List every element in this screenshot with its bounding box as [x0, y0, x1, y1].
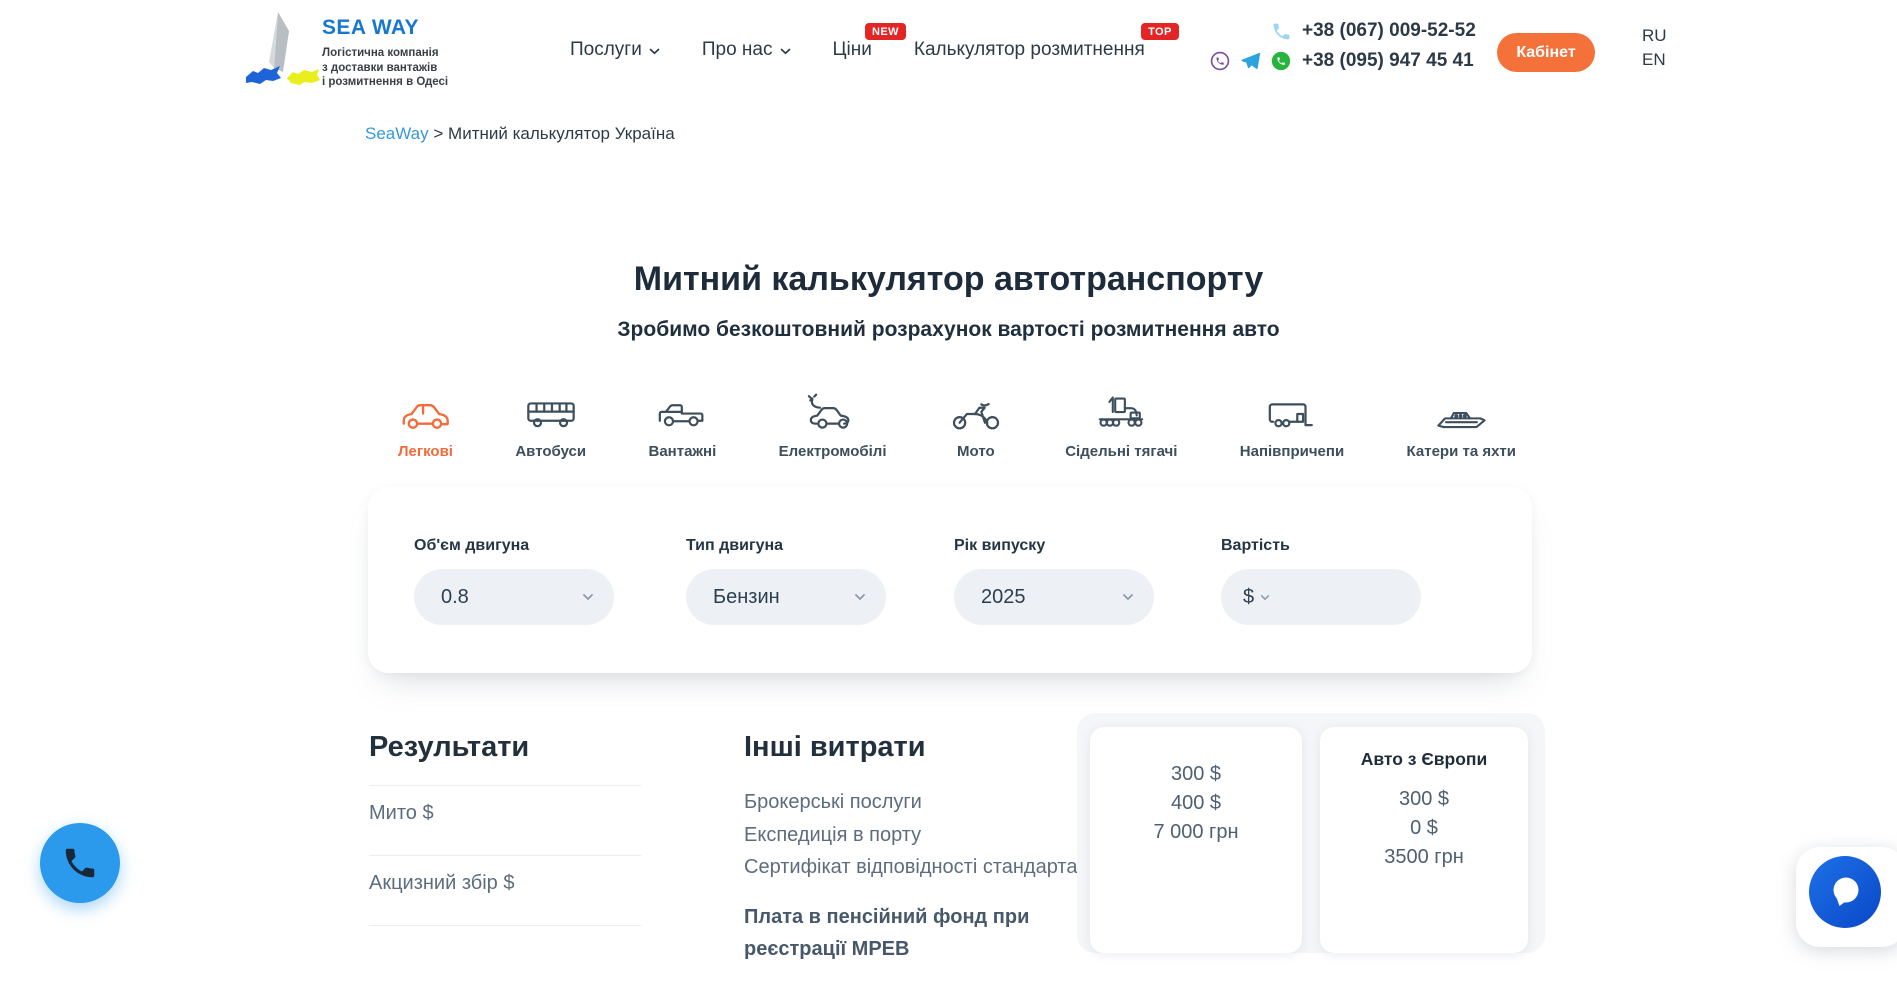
page-title: Митний калькулятор автотранспорту [0, 260, 1897, 299]
logo-yellow-fish [287, 69, 320, 85]
whatsapp-icon[interactable] [1270, 50, 1292, 72]
logo-text-block[interactable]: SEA WAY Логістична компанія з доставки в… [322, 16, 448, 90]
chevron-down-icon [854, 593, 866, 601]
price-card-generic: 300 $ 400 $ 7 000 грн [1090, 727, 1302, 953]
yacht-icon [1434, 388, 1488, 434]
list-item: Експедиція в порту [744, 819, 1114, 852]
other-costs-section: Інші витрати Брокерські послуги Експедиц… [744, 731, 1114, 965]
language-switcher: RU EN [1642, 26, 1667, 70]
nav-item-prices[interactable]: Ціни NEW [833, 39, 872, 61]
result-row-next [369, 925, 641, 985]
viber-icon[interactable] [1209, 50, 1231, 72]
bus-icon [524, 388, 578, 434]
tab-boats-yachts[interactable]: Катери та яхти [1407, 388, 1516, 460]
breadcrumb-home-link[interactable]: SeaWay [365, 124, 429, 143]
currency-select[interactable]: $ [1243, 586, 1254, 609]
seaway-logo-icon[interactable] [238, 8, 320, 92]
results-section: Результати Мито $ Акцизний збір $ [369, 731, 641, 985]
main-nav: Послуги Про нас Ціни NEW Калькулятор роз… [570, 0, 1145, 100]
chevron-down-icon [1122, 593, 1134, 601]
tab-trucks[interactable]: Вантажні [648, 388, 716, 460]
nav-item-customs-calculator[interactable]: Калькулятор розмитнення TOP [914, 39, 1145, 61]
logo-sail-shape [274, 12, 289, 72]
motorcycle-icon [949, 388, 1003, 434]
page-subtitle: Зробимо безкоштовний розрахунок вартості… [0, 318, 1897, 342]
result-row-excise: Акцизний збір $ [369, 855, 641, 925]
new-badge: NEW [865, 23, 906, 40]
chevron-down-icon[interactable] [1260, 594, 1270, 601]
engine-volume-field: Об'єм двигуна 0.8 [414, 537, 614, 625]
chevron-down-icon [582, 593, 594, 601]
tab-electric-cars[interactable]: Електромобілі [779, 388, 887, 460]
results-title: Результати [369, 731, 641, 764]
nav-item-services[interactable]: Послуги [570, 39, 660, 61]
tab-cars[interactable]: Легкові [398, 388, 453, 460]
tab-semi-trailers[interactable]: Напівпричепи [1240, 388, 1344, 460]
breadcrumb: SeaWay > Митний калькулятор Україна [365, 124, 675, 144]
trailer-icon [1265, 388, 1319, 434]
car-icon [398, 388, 452, 434]
messenger-icons [1206, 49, 1302, 72]
chat-icon [1825, 872, 1865, 912]
phone-icon-cell [1206, 21, 1302, 42]
tab-buses[interactable]: Автобуси [515, 388, 586, 460]
engine-volume-select[interactable]: 0.8 [414, 569, 614, 625]
telegram-icon[interactable] [1239, 49, 1262, 72]
result-row-duty: Мито $ [369, 785, 641, 855]
electric-car-icon [806, 388, 860, 434]
price-card-values: 300 $ 0 $ 3500 грн [1320, 785, 1528, 872]
top-badge: TOP [1141, 23, 1179, 40]
logo-title: SEA WAY [322, 16, 448, 40]
breadcrumb-current: Митний калькулятор Україна [448, 124, 675, 143]
lang-en[interactable]: EN [1642, 50, 1667, 70]
phone-number-1[interactable]: +38 (067) 009-52-52 [1302, 20, 1476, 42]
cost-input-wrap: $ [1221, 569, 1421, 625]
engine-type-field: Тип двигуна Бензин [686, 537, 886, 625]
year-field: Рік випуску 2025 [954, 537, 1154, 625]
chat-button[interactable] [1809, 856, 1881, 928]
chat-widget [1796, 847, 1897, 947]
logo-tagline: Логістична компанія з доставки вантажів … [322, 46, 448, 90]
phone-icon [1271, 21, 1292, 42]
phone-icon [61, 844, 99, 882]
year-select[interactable]: 2025 [954, 569, 1154, 625]
results-list: Мито $ Акцизний збір $ [369, 785, 641, 985]
call-button[interactable] [40, 823, 120, 903]
price-card-europe: Авто з Європи 300 $ 0 $ 3500 грн [1320, 727, 1528, 953]
field-label: Вартість [1221, 537, 1421, 555]
other-costs-list: Брокерські послуги Експедиція в порту Се… [744, 786, 1114, 884]
phone-number-2[interactable]: +38 (095) 947 45 41 [1302, 50, 1476, 72]
nav-item-about[interactable]: Про нас [702, 39, 791, 61]
calculator-form-card: Об'єм двигуна 0.8 Тип двигуна Бензин Рік… [368, 487, 1532, 673]
pension-fund-note: Плата в пенсійний фонд при реєстрації МР… [744, 901, 1044, 965]
field-label: Об'єм двигуна [414, 537, 614, 555]
field-label: Рік випуску [954, 537, 1154, 555]
price-card-title: Авто з Європи [1320, 749, 1528, 770]
logo-blue-fish [246, 66, 281, 84]
vehicle-type-tabs: Легкові Автобуси Вантажні [398, 388, 1516, 460]
engine-type-select[interactable]: Бензин [686, 569, 886, 625]
cabinet-button[interactable]: Кабінет [1497, 33, 1595, 72]
chevron-down-icon [780, 48, 791, 55]
breadcrumb-separator: > [433, 124, 443, 143]
list-item: Брокерські послуги [744, 786, 1114, 819]
price-card-values: 300 $ 400 $ 7 000 грн [1090, 760, 1302, 847]
cost-input[interactable] [1270, 586, 1401, 609]
truck-icon [655, 388, 709, 434]
header-contacts: +38 (067) 009-52-52 +38 (095) 947 45 41 [1206, 20, 1476, 72]
other-costs-title: Інші витрати [744, 731, 1114, 764]
tab-semi-trucks[interactable]: Сідельні тягачі [1065, 388, 1177, 460]
field-label: Тип двигуна [686, 537, 886, 555]
lang-ru[interactable]: RU [1642, 26, 1667, 46]
tab-moto[interactable]: Мото [949, 388, 1003, 460]
list-item: Сертифікат відповідності стандартам [744, 851, 1114, 884]
semi-truck-icon [1094, 388, 1148, 434]
chevron-down-icon [649, 48, 660, 55]
cost-field: Вартість $ [1221, 537, 1421, 625]
